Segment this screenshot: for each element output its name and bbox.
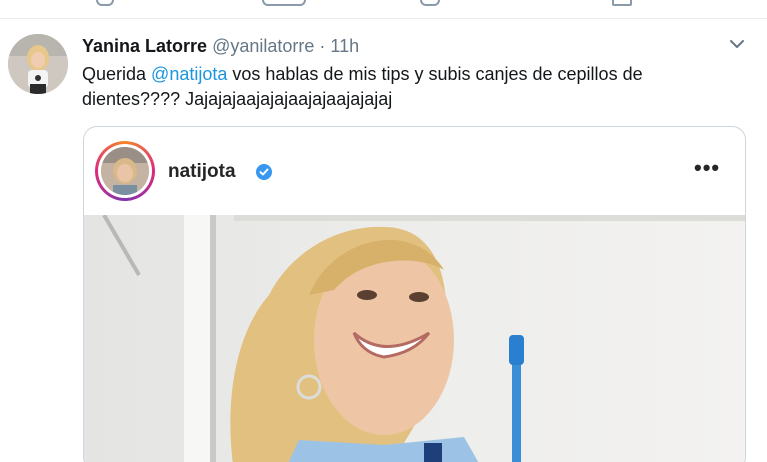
tweet-header: Yanina Latorre @yanilatorre · 11h [82,36,359,57]
tweet-text-prefix: Querida [82,64,152,84]
instagram-embed-card[interactable]: natijota ••• [83,126,746,462]
embed-avatar [101,147,149,195]
share-icon[interactable] [612,0,632,6]
embed-photo[interactable] [84,215,745,462]
embed-avatar-image [101,147,149,195]
verified-badge-icon [256,164,272,180]
author-avatar[interactable] [8,34,68,94]
more-options-icon[interactable]: ••• [694,155,720,181]
author-handle[interactable]: @yanilatorre [212,36,314,56]
author-avatar-image [8,34,68,94]
chevron-down-icon[interactable] [728,37,746,51]
tweet-text: Querida @natijota vos hablas de mis tips… [82,62,742,112]
embed-username[interactable]: natijota [168,161,236,183]
like-icon[interactable] [420,0,440,6]
previous-tweet-actions [0,0,767,18]
tweet-divider [0,18,767,19]
story-ring[interactable] [95,141,155,201]
embed-header: natijota ••• [84,127,745,215]
author-name[interactable]: Yanina Latorre [82,36,207,56]
reply-icon[interactable] [96,0,114,6]
retweet-icon[interactable] [262,0,306,6]
embed-photo-image [84,215,745,462]
separator-dot: · [319,36,326,56]
mention-link[interactable]: @natijota [151,64,227,84]
tweet-time[interactable]: 11h [330,36,359,56]
